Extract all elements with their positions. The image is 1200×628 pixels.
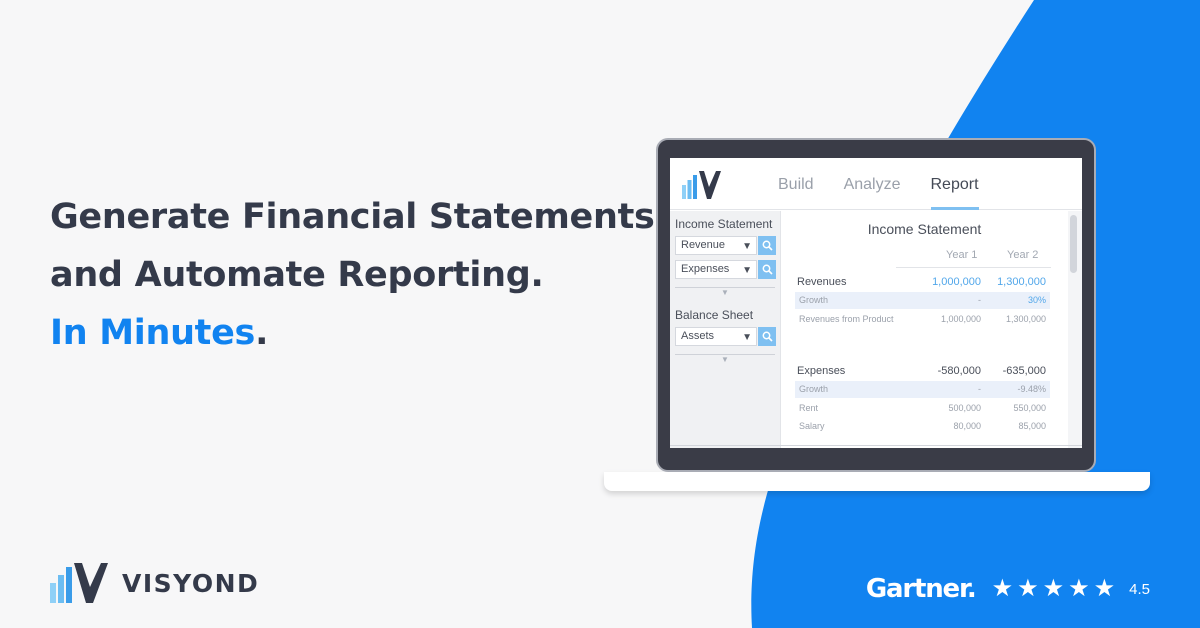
table-row[interactable]: Salary 80,000 85,000 <box>795 418 1050 435</box>
row-value-year-2: 1,300,000 <box>997 276 1046 288</box>
row-value-year-2: 85,000 <box>1018 421 1046 431</box>
row-label: Revenues <box>797 276 847 288</box>
table-row[interactable]: Revenues from Product 1,000,000 1,300,00… <box>795 311 1050 328</box>
expenses-select-label: Expenses <box>681 263 730 275</box>
table-row[interactable]: Expenses -580,000 -635,000 <box>795 363 1050 380</box>
report-title: Income Statement <box>867 221 982 237</box>
star-icon: ★ <box>1093 575 1116 602</box>
table-row[interactable]: Rent 500,000 550,000 <box>795 400 1050 417</box>
row-value-year-1: -580,000 <box>937 365 981 377</box>
gartner-rating: Gartner. ★ ★ ★ ★ ★ 4.5 <box>866 574 1150 604</box>
row-value-year-1: - <box>978 295 981 305</box>
caret-down-icon: ▼ <box>742 265 752 276</box>
app-tabs: Build Analyze Report <box>778 158 1009 210</box>
search-icon[interactable] <box>758 260 776 279</box>
row-label: Expenses <box>797 365 846 377</box>
expenses-select[interactable]: Expenses ▼ <box>675 260 757 279</box>
income-statement-report: Income Statement Year 1 Year 2 Revenues … <box>782 211 1067 448</box>
search-icon[interactable] <box>758 236 776 255</box>
headline: Generate Financial Statements and Automa… <box>50 188 655 362</box>
row-value-year-1: 1,000,000 <box>932 276 981 288</box>
assets-select[interactable]: Assets ▼ <box>675 327 757 346</box>
row-label: Growth <box>799 384 829 394</box>
tab-report[interactable]: Report <box>930 158 979 210</box>
headline-accent-period: . <box>255 313 269 353</box>
screen-bottom-divider <box>670 445 1082 446</box>
row-value-year-1: 500,000 <box>948 403 981 413</box>
sidebar-section-balance-sheet: Balance Sheet <box>675 308 754 322</box>
sidebar-row-expenses: Expenses ▼ <box>675 260 780 279</box>
row-label: Revenues from Product <box>799 314 894 324</box>
caret-down-icon: ▼ <box>742 241 752 252</box>
star-icon: ★ <box>1068 575 1090 602</box>
headline-line-2: and Automate Reporting. <box>50 255 544 295</box>
brand-logo: VISYOND <box>50 562 259 604</box>
table-row[interactable]: Growth - -9.48% <box>795 381 1050 398</box>
row-value-year-1: 1,000,000 <box>940 314 981 324</box>
app-screen: Build Analyze Report Income Statement Re… <box>670 158 1082 448</box>
report-scrollbar[interactable] <box>1068 211 1082 448</box>
row-label: Salary <box>799 421 825 431</box>
headline-accent: In Minutes <box>50 313 256 353</box>
expand-more-icon[interactable]: ▼ <box>675 355 775 365</box>
statement-sidebar: Income Statement Revenue ▼ Expenses ▼ ▼ Ba… <box>670 211 781 448</box>
star-icon: ★ <box>1042 575 1065 602</box>
sidebar-row-assets: Assets ▼ <box>675 327 780 346</box>
header-divider <box>896 267 1051 268</box>
row-label: Rent <box>799 403 819 413</box>
tab-analyze[interactable]: Analyze <box>844 158 901 210</box>
row-value-year-2: 30% <box>1027 295 1046 305</box>
column-header-year-2: Year 2 <box>1007 249 1039 261</box>
sidebar-section-income-statement: Income Statement <box>675 217 773 231</box>
row-value-year-2: 1,300,000 <box>1005 314 1046 324</box>
headline-line-1: Generate Financial Statements <box>50 197 655 237</box>
star-icon: ★ <box>1017 575 1039 602</box>
headline-line-3: In Minutes. <box>50 304 655 362</box>
gartner-logo: Gartner. <box>865 574 977 604</box>
row-value-year-2: -635,000 <box>1002 365 1046 377</box>
laptop-base <box>604 472 1150 491</box>
assets-select-label: Assets <box>681 330 715 342</box>
app-header: Build Analyze Report <box>670 158 1082 210</box>
caret-down-icon: ▼ <box>742 332 752 343</box>
revenue-select-label: Revenue <box>681 239 726 251</box>
table-row[interactable]: Revenues 1,000,000 1,300,000 <box>795 274 1050 291</box>
search-icon[interactable] <box>758 327 776 346</box>
star-icon: ★ <box>991 575 1014 602</box>
app-body: Income Statement Revenue ▼ Expenses ▼ ▼ Ba… <box>670 211 1082 448</box>
row-label: Growth <box>799 295 829 305</box>
scroll-thumb[interactable] <box>1070 215 1077 273</box>
tab-build[interactable]: Build <box>778 158 814 210</box>
brand-name: VISYOND <box>122 568 260 598</box>
app-logo-icon <box>682 171 721 199</box>
expand-more-icon[interactable]: ▼ <box>675 288 775 298</box>
rating-stars: ★ ★ ★ ★ ★ <box>992 577 1116 601</box>
column-header-year-1: Year 1 <box>946 249 978 261</box>
row-value-year-2: 550,000 <box>1013 403 1046 413</box>
row-value-year-1: 80,000 <box>953 421 981 431</box>
visyond-logo-icon <box>50 563 108 603</box>
revenue-select[interactable]: Revenue ▼ <box>675 236 757 255</box>
rating-value: 4.5 <box>1129 580 1150 598</box>
sidebar-row-revenue: Revenue ▼ <box>675 236 780 255</box>
table-row[interactable]: Growth - 30% <box>795 292 1050 309</box>
row-value-year-1: - <box>978 384 981 394</box>
row-value-year-2: -9.48% <box>1017 384 1046 394</box>
